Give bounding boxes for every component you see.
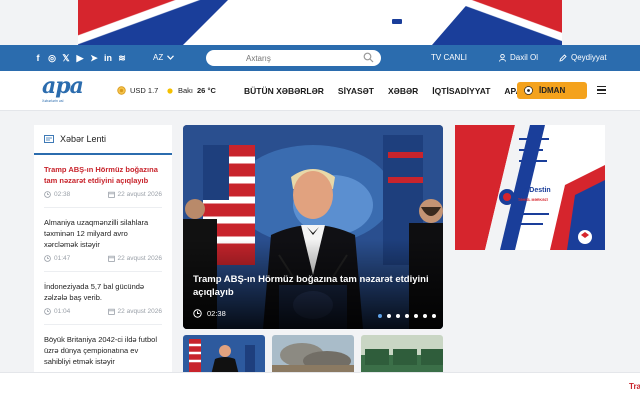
nav-item-economy[interactable]: İQTİSADİYYAT (432, 86, 490, 96)
feed-item-date: 22 avqust 2026 (117, 191, 162, 198)
hero-time: 02:38 (193, 309, 226, 318)
logo-tagline: Xəbərlərin əsl (42, 99, 64, 103)
hero-slider[interactable]: Tramp ABŞ-ın Hörmüz boğazına tam nəzarət… (183, 125, 443, 329)
feed-item[interactable]: Tramp ABŞ-ın Hörmüz boğazına tam nəzarət… (34, 155, 172, 208)
slider-dot[interactable] (396, 314, 400, 318)
sport-button[interactable]: İDMAN (517, 82, 587, 99)
ad-logo (392, 19, 402, 24)
currency-rate: USD 1.7 (130, 86, 159, 95)
bottom-ticker: Tra (0, 372, 640, 400)
top-ad-banner[interactable] (0, 0, 640, 45)
clock-icon (44, 308, 51, 315)
pencil-icon (559, 53, 567, 62)
register-label: Qeydiyyat (571, 53, 607, 62)
login-label: Daxil Ol (510, 53, 539, 62)
sidebar-ad[interactable]: UniDestin TƏHSİL MƏRKƏZİ (455, 125, 605, 250)
sun-icon (167, 87, 173, 94)
weather-widget: Bakı 26 °C (166, 86, 216, 95)
calendar-icon (107, 308, 115, 315)
main-navigation: apa Xəbərlərin əsl USD 1.7 Bakı 26 °C BÜ… (0, 71, 640, 111)
hero-headline[interactable]: Tramp ABŞ-ın Hörmüz boğazına tam nəzarət… (193, 273, 433, 299)
register-link[interactable]: Qeydiyyat (559, 53, 607, 62)
calendar-icon (107, 255, 115, 262)
feed-item-title[interactable]: İndoneziyada 5,7 bal gücündə zəlzələ baş… (44, 281, 162, 303)
ball-icon (524, 86, 533, 95)
weather-city: Bakı (178, 86, 194, 95)
thumbnail-image[interactable] (361, 335, 443, 375)
sport-label: İDMAN (539, 86, 566, 95)
slider-dot[interactable] (414, 314, 418, 318)
feed-item-meta: 01:04 22 avqust 2026 (44, 308, 162, 325)
language-selector[interactable]: AZ (153, 53, 175, 62)
news-list-icon (44, 135, 54, 143)
weather-temp: 26 °C (197, 86, 216, 95)
coin-icon (117, 86, 126, 95)
feed-item-time: 01:04 (54, 308, 71, 315)
feed-item-date: 22 avqust 2026 (117, 255, 162, 262)
slider-pagination (378, 314, 436, 318)
feed-item-title[interactable]: Almaniya uzaqmənzilli silahlara təxminən… (44, 217, 162, 250)
facebook-icon[interactable]: f (34, 52, 42, 64)
thumbnail-image[interactable] (183, 335, 265, 375)
linkedin-icon[interactable]: in (104, 52, 112, 64)
thumbnail-card[interactable] (272, 335, 354, 375)
news-feed: Xəbər Lenti Tramp ABŞ-ın Hörmüz boğazına… (34, 125, 172, 385)
feed-item-time: 01:47 (54, 255, 71, 262)
social-links: f ◎ 𝕏 ▶ ➤ in ≋ (34, 52, 126, 64)
clock-icon (193, 309, 202, 318)
nav-item-politics[interactable]: SİYASƏT (338, 86, 374, 96)
clock-icon (44, 255, 51, 262)
user-icon (499, 53, 506, 62)
top-bar: f ◎ 𝕏 ▶ ➤ in ≋ AZ TV CANLI Daxil Ol Qeyd… (0, 45, 640, 71)
clock-icon (44, 191, 51, 198)
ad-flag-decoration-left (78, 0, 228, 45)
feed-item-title[interactable]: Tramp ABŞ-ın Hörmüz boğazına tam nəzarət… (44, 164, 162, 186)
top-ad-creative[interactable] (78, 0, 562, 45)
news-feed-header: Xəbər Lenti (34, 125, 172, 155)
chevron-down-icon (167, 55, 175, 60)
nav-item-news[interactable]: XƏBƏR (388, 86, 418, 96)
slider-dot[interactable] (378, 314, 382, 318)
feed-item-time: 02:38 (54, 191, 71, 198)
x-twitter-icon[interactable]: 𝕏 (62, 52, 70, 64)
rss-icon[interactable]: ≋ (118, 52, 126, 64)
thumbnail-image[interactable] (272, 335, 354, 375)
nav-menu: BÜTÜN XƏBƏRLƏR SİYASƏT XƏBƏR İQTİSADİYYA… (244, 86, 549, 96)
feed-item-title[interactable]: Böyük Britaniya 2042-ci ildə futbol üzrə… (44, 334, 162, 367)
login-link[interactable]: Daxil Ol (499, 53, 538, 62)
nav-item-all-news[interactable]: BÜTÜN XƏBƏRLƏR (244, 86, 324, 96)
tv-live-link[interactable]: TV CANLI (431, 53, 467, 62)
news-feed-title: Xəbər Lenti (60, 134, 107, 144)
thumbnail-card[interactable] (361, 335, 443, 375)
thumbnail-card[interactable] (183, 335, 265, 375)
slider-dot[interactable] (387, 314, 391, 318)
feed-item-meta: 01:47 22 avqust 2026 (44, 255, 162, 272)
slider-dot[interactable] (405, 314, 409, 318)
feed-item[interactable]: Almaniya uzaqmənzilli silahlara təxminən… (34, 208, 172, 272)
feed-item[interactable]: İndoneziyada 5,7 bal gücündə zəlzələ baş… (34, 272, 172, 325)
instagram-icon[interactable]: ◎ (48, 52, 56, 64)
hamburger-menu-icon[interactable] (597, 86, 606, 95)
ad-flag-decoration-right (432, 0, 562, 45)
sidebar-ad-subtitle: TƏHSİL MƏRKƏZİ (518, 198, 548, 202)
ticker-text[interactable]: Tra (629, 382, 640, 391)
search-input[interactable] (206, 50, 381, 66)
logo-text: apa (42, 73, 84, 99)
youtube-icon[interactable]: ▶ (76, 52, 84, 64)
currency-widget: USD 1.7 (117, 86, 158, 95)
search-icon[interactable] (363, 52, 374, 63)
slider-dot[interactable] (423, 314, 427, 318)
telegram-icon[interactable]: ➤ (90, 52, 98, 64)
hero-time-label: 02:38 (207, 309, 226, 318)
calendar-icon (107, 191, 115, 198)
feed-item-meta: 02:38 22 avqust 2026 (44, 191, 162, 208)
sidebar-ad-brand: UniDestin (518, 187, 551, 194)
site-logo[interactable]: apa Xəbərlərin əsl (42, 75, 88, 107)
language-label: AZ (153, 53, 164, 62)
slider-dot[interactable] (432, 314, 436, 318)
feed-item[interactable]: Böyük Britaniya 2042-ci ildə futbol üzrə… (34, 325, 172, 367)
feed-item-date: 22 avqust 2026 (117, 308, 162, 315)
